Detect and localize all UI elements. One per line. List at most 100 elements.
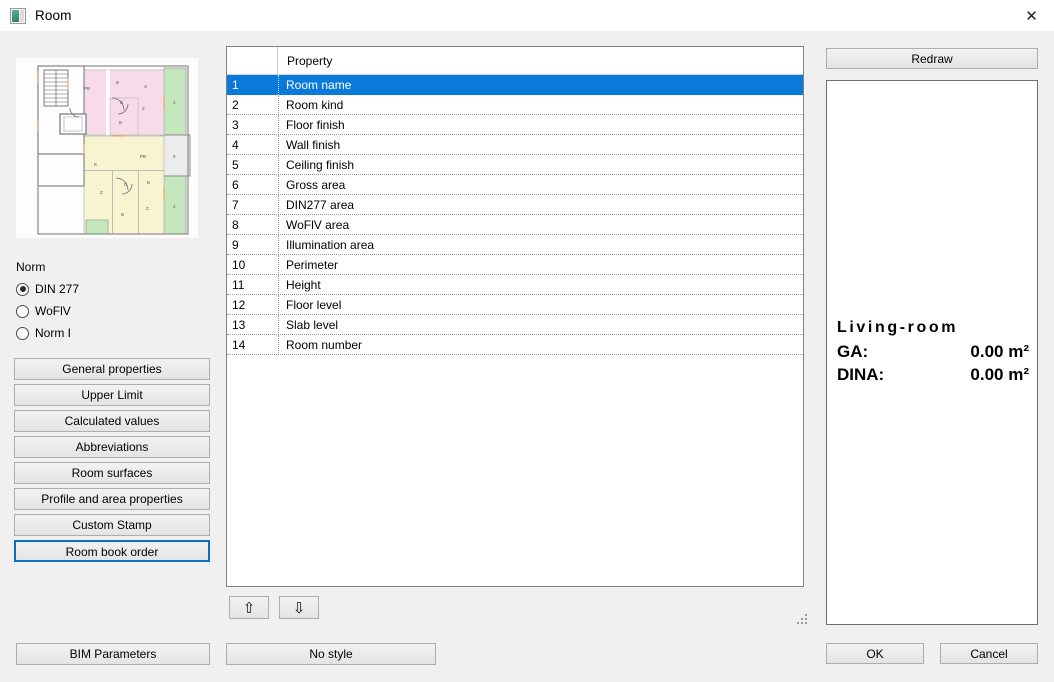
row-index: 1 <box>227 78 278 92</box>
row-property: Ceiling finish <box>279 158 354 172</box>
row-index: 2 <box>227 98 278 112</box>
room-stamp-preview: Living-room GA: 0.00 m² DINA: 0.00 m² <box>826 80 1038 625</box>
table-row[interactable]: 1 Room name <box>227 75 803 95</box>
svg-text:K: K <box>94 162 97 167</box>
row-index: 4 <box>227 138 278 152</box>
svg-text:B: B <box>121 212 124 217</box>
table-row[interactable]: 3 Floor finish <box>227 115 803 135</box>
radio-label-din-277: DIN 277 <box>35 282 79 296</box>
calculated-values-button[interactable]: Calculated values <box>14 410 210 432</box>
row-index: 10 <box>227 258 278 272</box>
row-property: Illumination area <box>279 238 374 252</box>
close-icon[interactable]: ✕ <box>1009 0 1054 31</box>
row-index: 7 <box>227 198 278 212</box>
table-row[interactable]: 14 Room number <box>227 335 803 355</box>
redraw-button[interactable]: Redraw <box>826 48 1038 69</box>
row-index: 11 <box>227 278 278 292</box>
bim-parameters-button[interactable]: BIM Parameters <box>16 643 210 665</box>
preview-line-dina: DINA: 0.00 m² <box>837 363 1029 386</box>
list-rows: 1 Room name 2 Room kind 3 Floor finish 4… <box>227 75 803 355</box>
row-index: 13 <box>227 318 278 332</box>
move-up-button[interactable]: ⇧ <box>229 596 269 619</box>
radio-label-woflv: WoFlV <box>35 304 71 318</box>
floor-plan-thumbnail: PB B S D Z B 3 2 6 PB K Z D B Z B <box>16 58 198 238</box>
resize-grip[interactable] <box>795 613 809 627</box>
preview-room-name: Living-room <box>837 319 1033 337</box>
profile-and-area-properties-button[interactable]: Profile and area properties <box>14 488 210 510</box>
svg-text:B: B <box>147 180 150 185</box>
upper-limit-button[interactable]: Upper Limit <box>14 384 210 406</box>
row-property: Perimeter <box>279 258 338 272</box>
side-button-group: General properties Upper Limit Calculate… <box>14 358 210 562</box>
row-index: 12 <box>227 298 278 312</box>
table-row[interactable]: 4 Wall finish <box>227 135 803 155</box>
svg-text:Z: Z <box>146 206 149 211</box>
room-surfaces-button[interactable]: Room surfaces <box>14 462 210 484</box>
no-style-button[interactable]: No style <box>226 643 436 665</box>
table-row[interactable]: 12 Floor level <box>227 295 803 315</box>
row-property: DIN277 area <box>279 198 354 212</box>
table-row[interactable]: 13 Slab level <box>227 315 803 335</box>
row-property: Room number <box>279 338 362 352</box>
svg-text:PB: PB <box>84 86 90 91</box>
custom-stamp-button[interactable]: Custom Stamp <box>14 514 210 536</box>
row-index: 5 <box>227 158 278 172</box>
cancel-button[interactable]: Cancel <box>940 643 1038 664</box>
preview-line-ga: GA: 0.00 m² <box>837 340 1029 363</box>
radio-woflv[interactable]: WoFlV <box>16 300 212 322</box>
row-index: 9 <box>227 238 278 252</box>
table-row[interactable]: 5 Ceiling finish <box>227 155 803 175</box>
preview-content: Living-room GA: 0.00 m² DINA: 0.00 m² <box>837 319 1033 386</box>
row-property: Room name <box>279 78 351 92</box>
row-index: 3 <box>227 118 278 132</box>
svg-text:B: B <box>119 120 122 125</box>
svg-text:S: S <box>144 84 147 89</box>
general-properties-button[interactable]: General properties <box>14 358 210 380</box>
preview-label-dina: DINA: <box>837 363 884 386</box>
table-row[interactable]: 9 Illumination area <box>227 235 803 255</box>
radio-label-norm-i: Norm I <box>35 326 71 340</box>
radio-icon-woflv <box>16 305 29 318</box>
table-row[interactable]: 7 DIN277 area <box>227 195 803 215</box>
row-property: Floor finish <box>279 118 345 132</box>
row-property: WoFlV area <box>279 218 349 232</box>
table-row[interactable]: 2 Room kind <box>227 95 803 115</box>
ok-button[interactable]: OK <box>826 643 924 664</box>
list-header: Property <box>227 47 803 75</box>
move-down-button[interactable]: ⇩ <box>279 596 319 619</box>
row-index: 8 <box>227 218 278 232</box>
radio-icon-norm-i <box>16 327 29 340</box>
row-index: 6 <box>227 178 278 192</box>
svg-text:Z: Z <box>100 190 103 195</box>
preview-label-ga: GA: <box>837 340 868 363</box>
row-property: Gross area <box>279 178 345 192</box>
title-bar: Room ✕ <box>0 0 1054 31</box>
norm-group-label: Norm <box>16 260 212 274</box>
room-book-order-button[interactable]: Room book order <box>14 540 210 562</box>
property-list[interactable]: Property 1 Room name 2 Room kind 3 Floor… <box>226 46 804 587</box>
preview-value-dina: 0.00 m² <box>970 363 1029 386</box>
abbreviations-button[interactable]: Abbreviations <box>14 436 210 458</box>
table-row[interactable]: 11 Height <box>227 275 803 295</box>
column-header-index[interactable] <box>227 47 278 75</box>
row-index: 14 <box>227 338 278 352</box>
left-panel: PB B S D Z B 3 2 6 PB K Z D B Z B <box>14 58 212 566</box>
preview-value-ga: 0.00 m² <box>970 340 1029 363</box>
svg-text:Z: Z <box>142 106 145 111</box>
radio-icon-din-277 <box>16 283 29 296</box>
row-property: Floor level <box>279 298 341 312</box>
window-title: Room <box>35 8 71 23</box>
svg-text:PB: PB <box>140 154 146 159</box>
row-property: Wall finish <box>279 138 340 152</box>
radio-din-277[interactable]: DIN 277 <box>16 278 212 300</box>
column-header-property[interactable]: Property <box>279 47 803 75</box>
row-property: Room kind <box>279 98 343 112</box>
room-app-icon <box>10 8 26 24</box>
table-row[interactable]: 10 Perimeter <box>227 255 803 275</box>
radio-norm-i[interactable]: Norm I <box>16 322 212 344</box>
row-property: Slab level <box>279 318 338 332</box>
row-property: Height <box>279 278 321 292</box>
svg-text:B: B <box>116 80 119 85</box>
table-row[interactable]: 6 Gross area <box>227 175 803 195</box>
table-row[interactable]: 8 WoFlV area <box>227 215 803 235</box>
